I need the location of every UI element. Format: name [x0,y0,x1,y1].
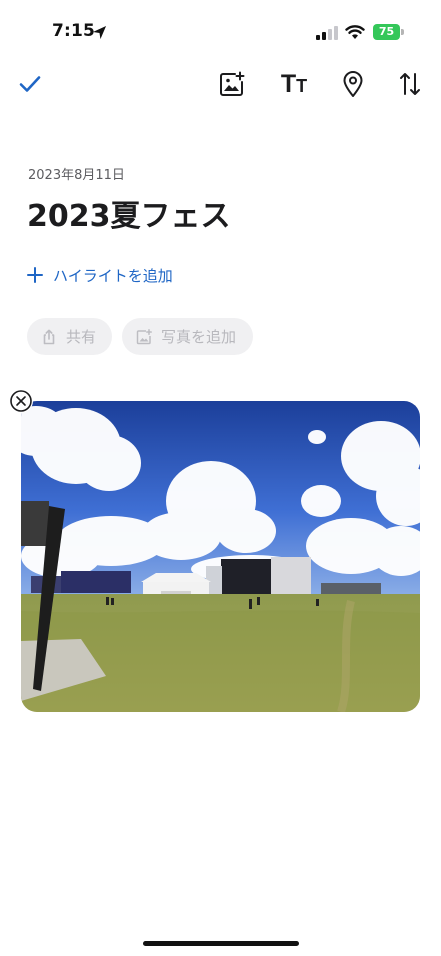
text-format-glyph-large: T [280,69,297,98]
add-photo-button[interactable] [216,68,248,100]
share-label: 共有 [66,328,97,346]
add-highlight-button[interactable]: ハイライトを追加 [27,262,173,288]
cellular-signal-icon [316,26,338,40]
battery-level: 75 [373,24,400,40]
battery-icon: 75 [373,24,405,40]
festival-photo-image [21,401,420,712]
text-format-glyph-small: T [296,75,308,96]
add-photo-small-icon [136,328,152,344]
share-icon [43,329,55,344]
entry-title[interactable]: 2023夏フェス [27,191,231,235]
remove-photo-icon [10,390,32,412]
toolbar: TT [0,62,441,108]
add-photo-label: 写真を追加 [161,328,237,346]
home-indicator[interactable] [143,941,299,946]
text-format-icon: TT [280,69,308,98]
checkmark-icon [19,76,41,92]
text-format-button[interactable]: TT [278,68,310,100]
share-button[interactable]: 共有 [27,318,112,355]
remove-photo-button[interactable] [9,389,33,413]
location-arrow-icon [92,25,107,40]
add-highlight-label: ハイライトを追加 [53,266,173,285]
location-button[interactable] [337,68,369,100]
festival-photo[interactable] [21,401,420,712]
status-time: 7:15 [52,21,96,41]
sort-arrows-icon [400,73,420,95]
status-bar: 7:15 75 [0,0,441,60]
sort-button[interactable] [394,68,426,100]
done-button[interactable] [14,68,46,100]
battery-tip [401,29,404,35]
location-pin-icon [343,70,363,97]
add-photo-pill-button[interactable]: 写真を追加 [122,318,253,355]
add-photo-icon [220,71,245,96]
entry-date: 2023年8月11日 [28,168,125,183]
wifi-icon [345,25,365,39]
plus-icon [27,267,43,283]
